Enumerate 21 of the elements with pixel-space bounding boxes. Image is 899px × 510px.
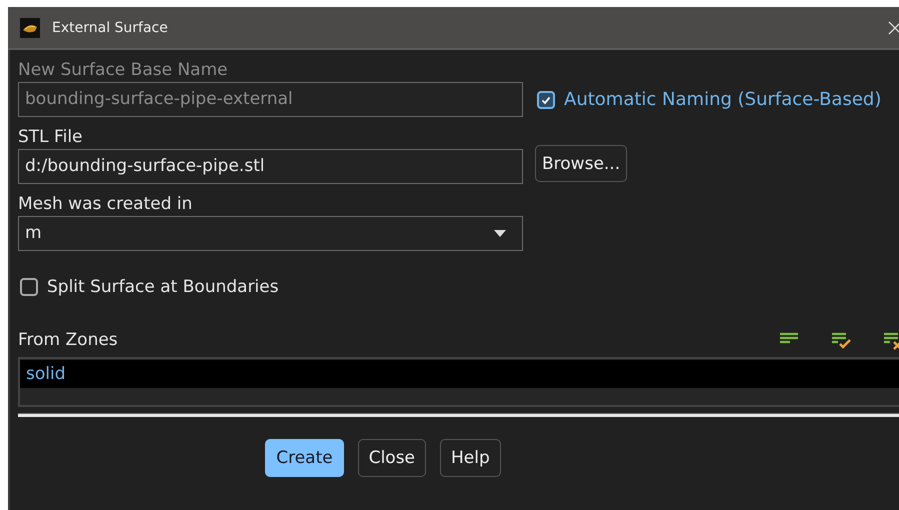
close-icon[interactable] xyxy=(888,20,899,34)
clear-list-icon[interactable] xyxy=(882,330,899,350)
check-list-icon[interactable] xyxy=(830,330,852,350)
checkbox-label: Automatic Naming (Surface-Based) xyxy=(564,89,882,110)
dialog-button[interactable]: Close xyxy=(358,439,426,477)
field-label: New Surface Base Name xyxy=(18,59,229,82)
units-dropdown[interactable]: m xyxy=(18,216,523,251)
checkbox[interactable] xyxy=(537,90,555,108)
checkbox-label: Split Surface at Boundaries xyxy=(47,277,279,297)
app-icon xyxy=(20,18,40,38)
checkbox[interactable] xyxy=(20,278,38,296)
window-title: External Surface xyxy=(52,20,169,36)
file-path-field[interactable]: d:/bounding-surface-pipe.stl xyxy=(18,149,523,184)
dialog-button[interactable]: Help xyxy=(440,439,501,477)
list-label: From Zones xyxy=(18,329,118,352)
caret-icon xyxy=(494,230,506,237)
field-label: STL File xyxy=(18,126,84,149)
field-label: Mesh was created in xyxy=(18,193,194,216)
browse-button[interactable]: Browse... xyxy=(535,145,628,182)
list-item[interactable]: solid xyxy=(20,360,899,388)
dialog-button[interactable]: Create xyxy=(265,439,344,477)
